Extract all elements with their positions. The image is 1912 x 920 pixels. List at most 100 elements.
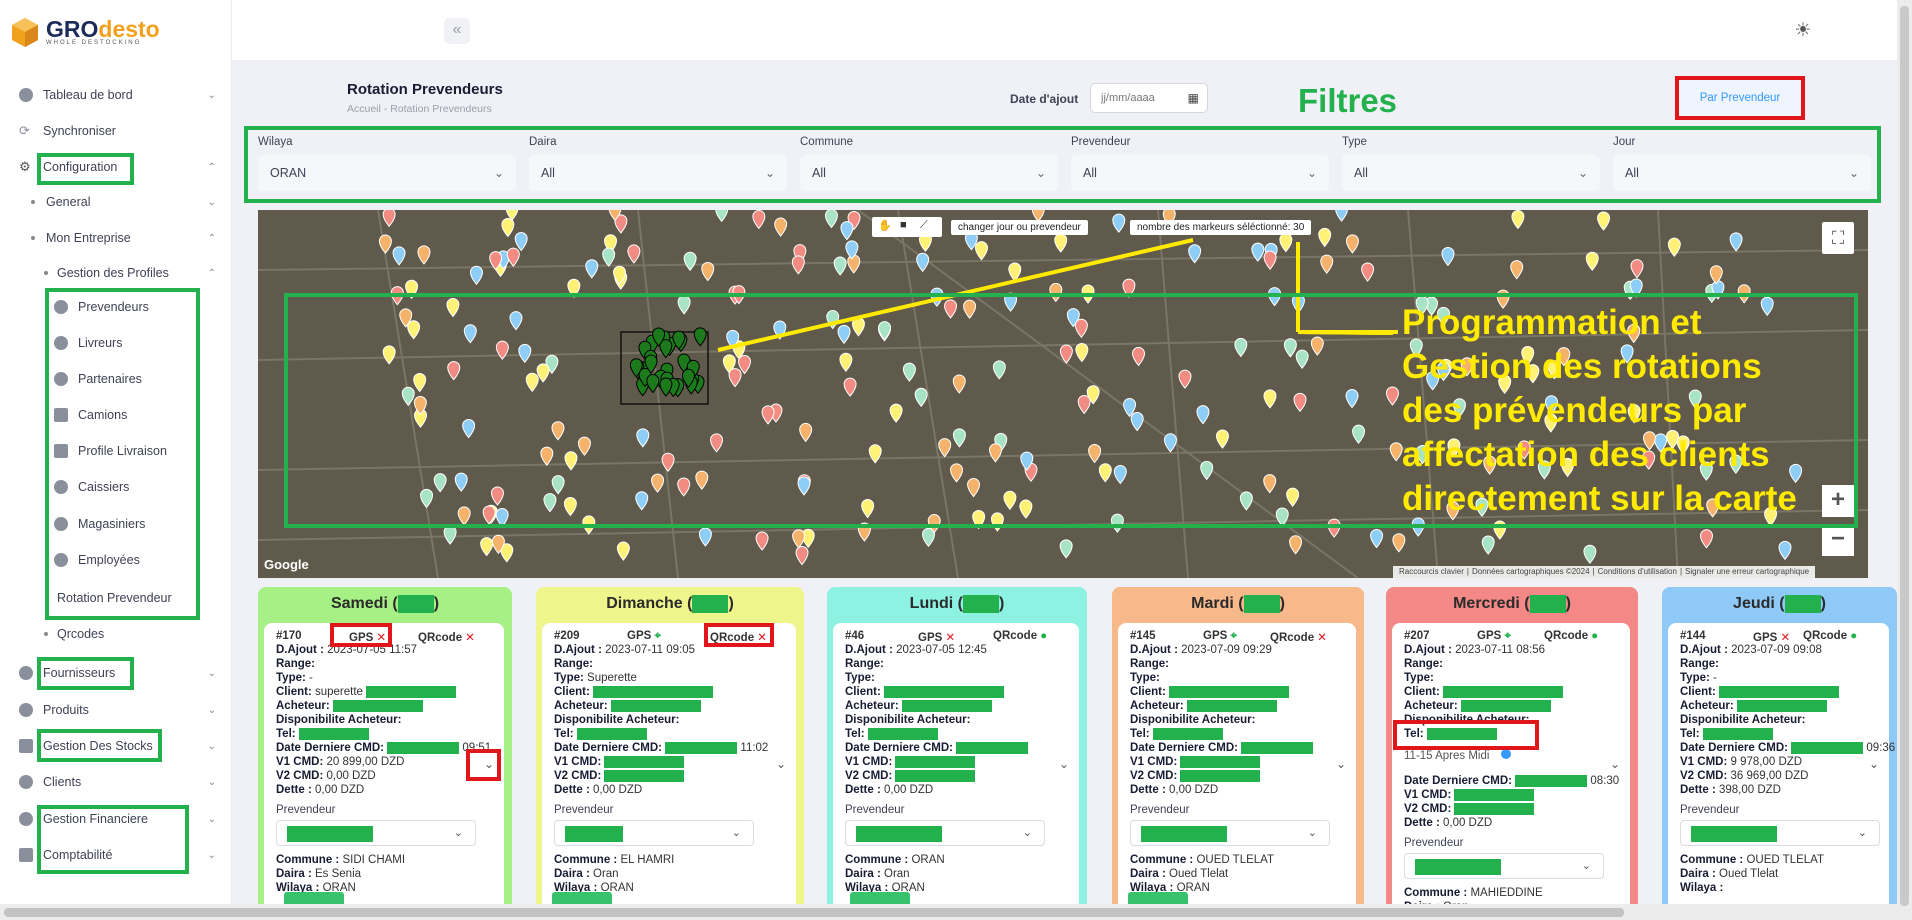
scrollbar-thumb[interactable] xyxy=(4,908,1624,917)
map-marker[interactable] xyxy=(627,244,641,264)
map-marker[interactable] xyxy=(469,265,483,286)
sidebar-item-synchroniser[interactable]: ⟳ Synchroniser xyxy=(0,116,220,146)
map-marker[interactable] xyxy=(602,247,616,267)
sidebar-item-general[interactable]: General ⌄ xyxy=(0,187,220,217)
sidebar-item-mon-entreprise[interactable]: Mon Entreprise ⌃ xyxy=(0,223,220,253)
map-marker[interactable] xyxy=(506,247,520,267)
map-marker[interactable] xyxy=(755,531,769,551)
map-marker[interactable] xyxy=(974,241,988,261)
date-input[interactable]: jj/mm/aaaa ▦ xyxy=(1090,83,1208,113)
vertical-scrollbar[interactable] xyxy=(1897,0,1912,920)
expand-chevron-icon[interactable]: ⌄ xyxy=(1610,757,1620,771)
map-marker[interactable] xyxy=(715,210,729,223)
scrollbar-thumb[interactable] xyxy=(1900,6,1909,906)
map-marker[interactable] xyxy=(1511,210,1525,230)
expand-chevron-icon[interactable]: ⌄ xyxy=(1059,757,1069,771)
map-marker[interactable] xyxy=(1279,233,1293,253)
map-marker[interactable] xyxy=(1510,260,1524,280)
logo[interactable]: GROdesto WHOLE DESTOCKING xyxy=(10,14,160,50)
polyline-icon[interactable]: ⟋ xyxy=(920,219,928,232)
rectangle-icon[interactable]: ■ xyxy=(900,219,907,231)
map-marker[interactable] xyxy=(752,210,766,230)
calendar-icon[interactable]: ▦ xyxy=(1188,84,1199,112)
expand-chevron-icon[interactable]: ⌄ xyxy=(1336,757,1346,771)
map-marker[interactable] xyxy=(1345,234,1359,254)
client-card[interactable]: #144 GPS ✕ QRcode ● D.Ajout : 2023-07-09 09… xyxy=(1668,623,1895,913)
map-marker[interactable] xyxy=(916,252,930,273)
prevendeur-select[interactable]: ⌄ xyxy=(276,820,476,846)
hand-icon[interactable]: ✋ xyxy=(878,219,892,232)
client-card[interactable]: #145 GPS ⌖ QRcode ✕ D.Ajout : 2023-07-09 09… xyxy=(1118,623,1356,913)
daira-select[interactable]: All ⌄ xyxy=(529,155,787,191)
map-marker[interactable] xyxy=(1289,535,1303,555)
map-drawing-tools[interactable]: ✋ ■ ⟋ xyxy=(872,217,942,237)
map-marker[interactable] xyxy=(1361,262,1375,282)
sidebar-item-tableau-de-bord[interactable]: Tableau de bord ⌄ xyxy=(0,80,220,110)
sidebar-item-qrcodes[interactable]: Qrcodes xyxy=(0,619,220,649)
map-marker[interactable] xyxy=(701,262,715,282)
attrib-report[interactable]: Signaler une erreur cartographique xyxy=(1682,567,1812,576)
map-marker[interactable] xyxy=(1188,244,1202,264)
map-marker[interactable] xyxy=(1481,535,1495,555)
prevendeur-select[interactable]: ⌄ xyxy=(845,820,1045,846)
map-marker[interactable] xyxy=(382,210,396,228)
map-marker[interactable] xyxy=(1597,211,1611,231)
fullscreen-icon[interactable]: ⛶ xyxy=(1822,222,1854,254)
attrib-shortcuts[interactable]: Raccourcis clavier xyxy=(1396,567,1467,576)
type-select[interactable]: All ⌄ xyxy=(1342,155,1600,191)
map-marker[interactable] xyxy=(1585,251,1599,272)
map-marker[interactable] xyxy=(791,255,805,275)
expand-chevron-icon[interactable]: ⌄ xyxy=(1869,757,1879,771)
collapse-sidebar-icon[interactable]: « xyxy=(444,18,470,44)
card-action-button[interactable] xyxy=(284,892,344,904)
map-marker[interactable] xyxy=(847,254,861,274)
map-marker[interactable] xyxy=(1583,544,1597,564)
map-marker[interactable] xyxy=(795,546,809,566)
wilaya-select[interactable]: ORAN ⌄ xyxy=(258,155,516,191)
breadcrumb-home[interactable]: Accueil xyxy=(347,103,381,115)
map-marker[interactable] xyxy=(616,541,630,561)
map-marker[interactable] xyxy=(1441,246,1455,267)
map-marker[interactable] xyxy=(443,525,457,545)
jour-select[interactable]: All ⌄ xyxy=(1613,155,1871,191)
map-marker[interactable] xyxy=(1699,529,1713,549)
attrib-terms[interactable]: Conditions d'utilisation xyxy=(1595,567,1680,576)
map-marker[interactable] xyxy=(1263,250,1277,270)
par-prevendeur-button[interactable]: Par Prevendeur xyxy=(1675,76,1805,120)
map-marker[interactable] xyxy=(1054,233,1068,253)
map-marker[interactable] xyxy=(698,527,712,547)
map-marker[interactable] xyxy=(1318,227,1332,248)
map-marker[interactable] xyxy=(792,529,806,549)
card-action-button[interactable] xyxy=(552,892,612,904)
prevendeur-select[interactable]: All ⌄ xyxy=(1071,155,1329,191)
map-marker[interactable] xyxy=(683,251,697,272)
map-marker[interactable] xyxy=(501,217,515,238)
map-marker[interactable] xyxy=(1667,237,1681,257)
map-marker[interactable] xyxy=(1059,539,1073,559)
prevendeur-select[interactable]: ⌄ xyxy=(1680,820,1880,846)
map-marker[interactable] xyxy=(392,246,406,266)
map-marker[interactable] xyxy=(585,259,599,279)
prevendeur-select[interactable]: ⌄ xyxy=(554,820,754,846)
sidebar-item-clients[interactable]: Clients ⌄ xyxy=(0,767,220,797)
prevendeur-select[interactable]: ⌄ xyxy=(1404,853,1604,879)
zoom-out-button[interactable]: − xyxy=(1822,524,1854,556)
map-marker[interactable] xyxy=(774,217,788,237)
expand-chevron-icon[interactable]: ⌄ xyxy=(776,757,786,771)
card-action-button[interactable] xyxy=(1128,892,1188,904)
map-marker[interactable] xyxy=(1335,210,1349,222)
horizontal-scrollbar[interactable] xyxy=(0,904,1897,920)
map-marker[interactable] xyxy=(480,537,494,557)
commune-select[interactable]: All ⌄ xyxy=(800,155,1058,191)
prevendeur-select[interactable]: ⌄ xyxy=(1130,820,1330,846)
map-marker[interactable] xyxy=(417,245,431,265)
map-marker[interactable] xyxy=(378,234,392,254)
map-marker[interactable] xyxy=(840,221,854,241)
client-card[interactable]: #209 GPS ⌖ QRcode ✕ D.Ajout : 2023-07-11 09… xyxy=(542,623,796,913)
sun-icon[interactable]: ☀ xyxy=(1792,20,1814,42)
map-marker[interactable] xyxy=(1778,540,1792,561)
map-marker[interactable] xyxy=(824,210,838,229)
map-marker[interactable] xyxy=(1112,213,1126,233)
map-marker[interactable] xyxy=(514,231,528,252)
client-card[interactable]: #46 GPS ✕ QRcode ● D.Ajout : 2023-07-05 12:… xyxy=(833,623,1079,913)
